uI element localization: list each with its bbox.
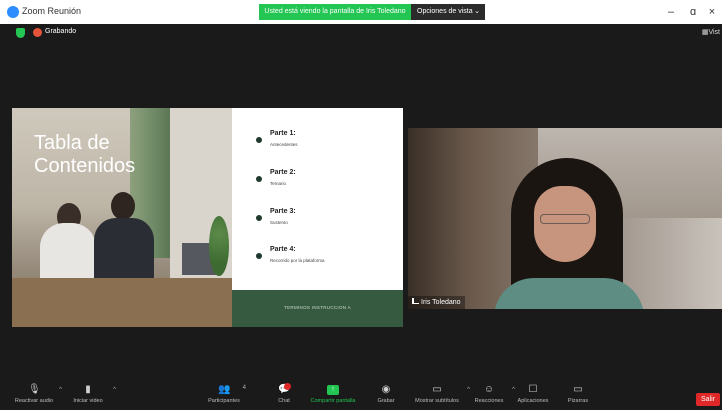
part-title: Parte 3: [270, 208, 296, 215]
participant-count: 4 [242, 385, 246, 391]
participants-icon: 👥 [218, 384, 231, 395]
close-button[interactable]: × [704, 4, 720, 20]
view-options-button[interactable]: Opciones de vista ⌄ [411, 4, 485, 20]
whiteboards-button[interactable]: ▭ Pizarras [563, 385, 593, 410]
maximize-button[interactable]: ɑ [685, 4, 701, 20]
part-description: Recorrido por la plataforma [270, 258, 325, 263]
toolbar-label: Reactivar audio [14, 398, 54, 404]
connection-signal-icon [412, 298, 419, 304]
muted-microphone-icon: 🎙 [28, 384, 41, 395]
recording-label: Grabando [45, 28, 77, 35]
participant-video[interactable]: Iris Toledano [408, 128, 722, 309]
toolbar-label: Aplicaciones [517, 398, 549, 404]
video-person-face [534, 186, 596, 262]
video-person-shirt [494, 278, 644, 309]
toolbar-label: Grabar [377, 398, 395, 404]
participant-name: Iris Toledano [421, 299, 461, 306]
bullet-icon [256, 215, 262, 221]
part-title: Parte 2: [270, 169, 296, 176]
part-title: Parte 4: [270, 246, 296, 253]
captions-icon: ▭ [432, 384, 442, 395]
whiteboard-icon: ▭ [573, 384, 583, 395]
toolbar-label: Participantes [208, 398, 240, 404]
toolbar-label: Chat [278, 398, 290, 404]
contents-list: Parte 1: Antecedentes Parte 2: Temario P… [232, 108, 403, 290]
toolbar-label: Compartir pantalla [310, 398, 356, 404]
view-options-label: Opciones de vista [417, 8, 473, 15]
view-button[interactable]: ▦Vist [702, 28, 720, 36]
title-bar: Zoom Reunión Usted está viendo la pantal… [0, 0, 722, 24]
security-shield-icon[interactable] [16, 28, 25, 38]
chevron-up-icon[interactable]: ^ [113, 387, 116, 393]
record-icon: ◉ [381, 384, 391, 395]
part-description: Sustento [270, 220, 288, 225]
chat-button[interactable]: 💬 Chat [273, 383, 295, 410]
toolbar-label: Mostrar subtítulos [415, 398, 459, 404]
unmute-audio-button[interactable]: 🎙 ^ Reactivar audio [14, 384, 62, 410]
leave-button[interactable]: Salir [696, 393, 720, 406]
list-item: Parte 3: Sustento [256, 208, 296, 225]
list-item: Parte 1: Antecedentes [256, 130, 298, 147]
list-item: Parte 2: Temario [256, 169, 296, 186]
slide-footer: TERMINOS INSTRUCCION A [232, 290, 403, 327]
view-label: Vist [708, 29, 720, 36]
toolbar-label: Pizarras [567, 398, 589, 404]
participants-button[interactable]: 👥 4 Participantes [204, 384, 246, 410]
list-item: Parte 4: Recorrido por la plataforma [256, 246, 325, 263]
apps-icon: ☐ [528, 384, 538, 395]
apps-button[interactable]: ☐ Aplicaciones [513, 385, 553, 410]
share-screen-icon: ↑ [327, 385, 339, 395]
slide-title: Tabla de Contenidos [34, 132, 136, 177]
record-button[interactable]: ◉ Grabar [374, 385, 398, 410]
toolbar-label: Iniciar video [73, 398, 103, 404]
chevron-up-icon[interactable]: ^ [59, 387, 62, 393]
slide-photo: Tabla de Contenidos [12, 108, 232, 327]
slide-footer-text: TERMINOS INSTRUCCION A [284, 305, 351, 310]
photo-person-head [111, 192, 135, 220]
chevron-down-icon: ⌄ [474, 8, 480, 15]
recording-icon[interactable] [33, 28, 42, 37]
meeting-toolbar: 🎙 ^ Reactivar audio ▮ ^ Iniciar video 👥 … [0, 382, 722, 410]
toolbar-label: Reacciones [474, 398, 504, 404]
participant-name-tag: Iris Toledano [408, 296, 465, 309]
shared-screen: Tabla de Contenidos Parte 1: Antecedente… [12, 108, 403, 327]
chevron-up-icon[interactable]: ^ [467, 387, 470, 393]
reactions-button[interactable]: ☺ ^ Reacciones [471, 384, 515, 410]
window-title: Zoom Reunión [22, 6, 82, 16]
screen-share-banner: Usted está viendo la pantalla de Iris To… [259, 4, 411, 20]
photo-plant [209, 216, 229, 276]
bullet-icon [256, 253, 262, 259]
bullet-icon [256, 176, 262, 182]
part-title: Parte 1: [270, 130, 296, 137]
share-screen-button[interactable]: ↑ Compartir pantalla [308, 385, 358, 410]
video-person-glasses [540, 214, 590, 224]
zoom-logo-icon [7, 6, 19, 18]
start-video-button[interactable]: ▮ ^ Iniciar video [68, 384, 116, 410]
minimize-button[interactable]: – [663, 4, 679, 20]
reactions-icon: ☺ [483, 384, 495, 395]
part-description: Antecedentes [270, 142, 298, 147]
captions-button[interactable]: ▭ ^ Mostrar subtítulos [412, 384, 470, 410]
chat-notification-badge [284, 383, 291, 390]
part-description: Temario [270, 181, 287, 186]
photo-table [12, 278, 232, 327]
bullet-icon [256, 137, 262, 143]
video-off-icon: ▮ [85, 384, 91, 395]
